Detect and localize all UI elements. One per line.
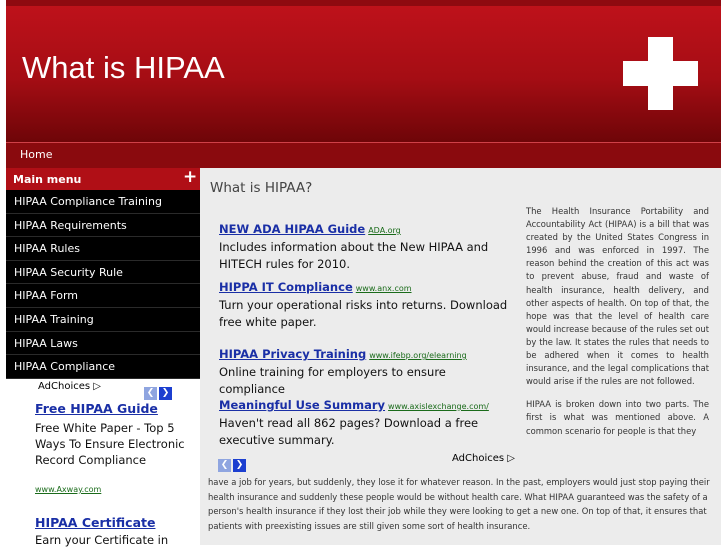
ad-block: NEW ADA HIPAA Guide ADA.org Includes info… xyxy=(219,218,509,273)
ad-description: Haven't read all 862 pages? Download a f… xyxy=(219,416,479,447)
menu-item-compliance-training[interactable]: HIPAA Compliance Training xyxy=(6,190,200,214)
content-ad-pager: ❮ ❯ xyxy=(218,452,248,472)
ad-block: HIPAA Privacy Training www.ifebp.org/elea… xyxy=(219,343,509,398)
menu-item-security-rule[interactable]: HIPAA Security Rule xyxy=(6,261,200,285)
menu-item-requirements[interactable]: HIPAA Requirements xyxy=(6,214,200,238)
main-menu-list: HIPAA Compliance Training HIPAA Requirem… xyxy=(6,190,200,379)
chevron-left-icon[interactable]: ❮ xyxy=(218,459,231,472)
adchoices-label[interactable]: AdChoices ▷ xyxy=(452,453,515,464)
medical-cross-icon-bar xyxy=(623,61,698,86)
ad-hipaa-certificate-link[interactable]: HIPAA Certificate xyxy=(35,515,155,530)
ad-block: Meaningful Use Summary www.axislexchange.… xyxy=(219,394,509,449)
plus-icon[interactable]: + xyxy=(183,169,197,186)
article-paragraph: HIPAA is broken down into two parts. The… xyxy=(526,399,709,436)
main-content: What is HIPAA? NEW ADA HIPAA Guide ADA.or… xyxy=(200,168,721,545)
chevron-right-icon[interactable]: ❯ xyxy=(159,387,172,400)
ad-title-link[interactable]: HIPAA Privacy Training xyxy=(219,347,366,361)
menu-item-laws[interactable]: HIPAA Laws xyxy=(6,332,200,356)
chevron-left-icon[interactable]: ❮ xyxy=(144,387,157,400)
ad-title-link[interactable]: Meaningful Use Summary xyxy=(219,398,385,412)
site-header: What is HIPAA xyxy=(6,0,721,142)
top-navbar: Home xyxy=(6,142,721,169)
ad-title-link[interactable]: NEW ADA HIPAA Guide xyxy=(219,222,365,236)
menu-item-training[interactable]: HIPAA Training xyxy=(6,308,200,332)
ad-url-link[interactable]: www.axislexchange.com/ xyxy=(388,402,489,411)
chevron-right-icon[interactable]: ❯ xyxy=(233,459,246,472)
article-column: The Health Insurance Portability and Acc… xyxy=(526,205,709,448)
menu-item-form[interactable]: HIPAA Form xyxy=(6,284,200,308)
page-title: What is HIPAA? xyxy=(210,180,313,196)
ad-url-link[interactable]: ADA.org xyxy=(368,226,401,235)
sidebar: Main menu + HIPAA Compliance Training HI… xyxy=(6,168,200,547)
ad-title-link[interactable]: HIPPA IT Compliance xyxy=(219,280,353,294)
sidebar-ad-pager: ❮ ❯ xyxy=(144,380,174,400)
nav-home-link[interactable]: Home xyxy=(20,148,52,161)
ad-free-hipaa-guide-link[interactable]: Free HIPAA Guide xyxy=(35,401,158,416)
ad-url-link[interactable]: www.ifebp.org/elearning xyxy=(369,351,466,360)
ad-hipaa-certificate-text: Earn your Certificate in xyxy=(35,533,169,547)
article-paragraph: The Health Insurance Portability and Acc… xyxy=(526,206,709,387)
ad-description: Online training for employers to ensure … xyxy=(219,365,446,396)
menu-item-rules[interactable]: HIPAA Rules xyxy=(6,237,200,261)
ad-free-hipaa-guide-url[interactable]: www.Axway.com xyxy=(35,485,101,494)
article-paragraph-continued: have a job for years, but suddenly, they… xyxy=(208,477,710,531)
menu-item-compliance[interactable]: HIPAA Compliance xyxy=(6,355,200,379)
ad-free-hipaa-guide-text: Free White Paper - Top 5 Ways To Ensure … xyxy=(35,421,185,467)
ad-block: HIPPA IT Compliance www.anx.com Turn your… xyxy=(219,276,509,331)
site-title[interactable]: What is HIPAA xyxy=(22,50,225,86)
main-menu-header: Main menu + xyxy=(6,168,200,190)
ad-url-link[interactable]: www.anx.com xyxy=(356,284,412,293)
ad-description: Includes information about the New HIPAA… xyxy=(219,240,489,271)
ad-description: Turn your operational risks into returns… xyxy=(219,298,508,329)
main-menu-title: Main menu xyxy=(13,173,82,186)
adchoices-label[interactable]: AdChoices ▷ xyxy=(38,381,101,392)
